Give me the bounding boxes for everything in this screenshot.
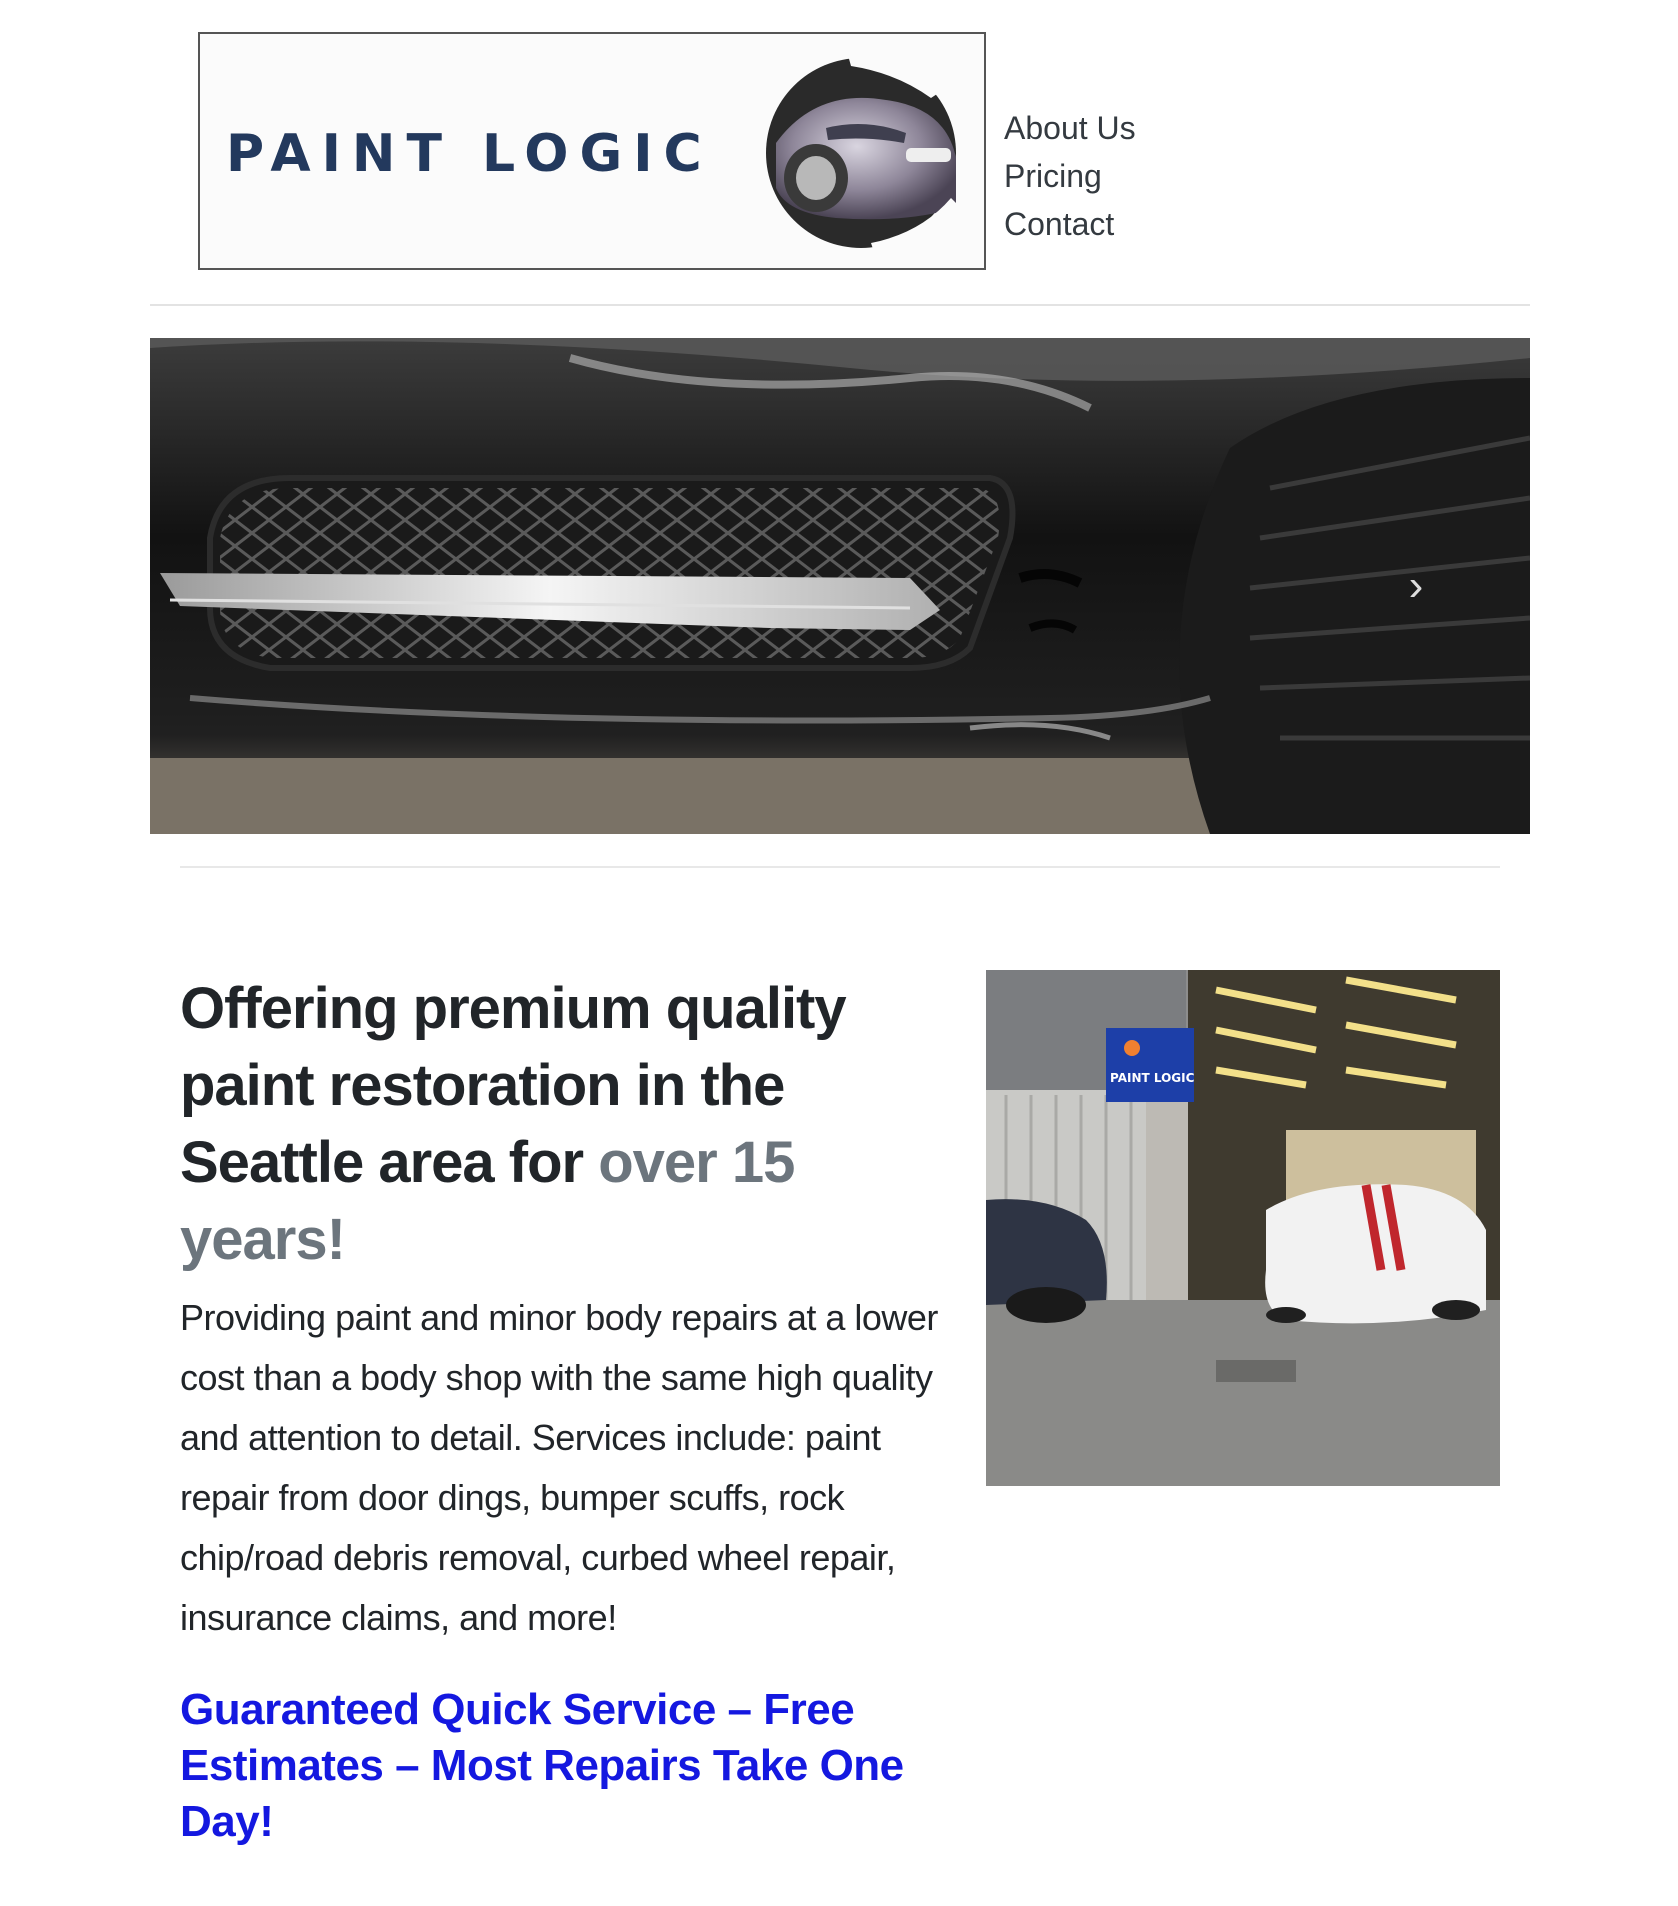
nav-contact[interactable]: Contact: [1004, 200, 1114, 248]
intro-body: Providing paint and minor body repairs a…: [180, 1297, 938, 1638]
section-divider: [180, 866, 1500, 868]
hero-carousel[interactable]: ›: [150, 338, 1530, 834]
intro-section: Offering premium quality paint restorati…: [180, 970, 940, 1850]
main-nav: About UsPricing Contact: [1004, 104, 1304, 248]
nav-about-us[interactable]: About Us: [1004, 104, 1136, 152]
logo-wordmark: PAINT LOGIC: [226, 124, 713, 184]
header-divider: [150, 304, 1530, 306]
carousel-next-icon[interactable]: ›: [1396, 563, 1436, 609]
service-guarantee: Guaranteed Quick Service – Free Estimate…: [180, 1685, 904, 1846]
shop-sign-text: PAINT LOGIC: [1110, 1071, 1195, 1085]
logo-car-badge: [766, 48, 961, 258]
shop-garage-image: PAINT LOGIC: [986, 970, 1500, 1486]
shop-photo: PAINT LOGIC: [986, 970, 1500, 1486]
nav-pricing[interactable]: Pricing: [1004, 152, 1102, 200]
hero-image-damaged-bumper: [150, 338, 1530, 834]
site-header: PAINT LOGIC About UsPricing Contact: [0, 0, 1678, 306]
intro-headline: Offering premium quality paint restorati…: [180, 970, 940, 1278]
paint-logic-logo[interactable]: PAINT LOGIC: [198, 32, 986, 270]
